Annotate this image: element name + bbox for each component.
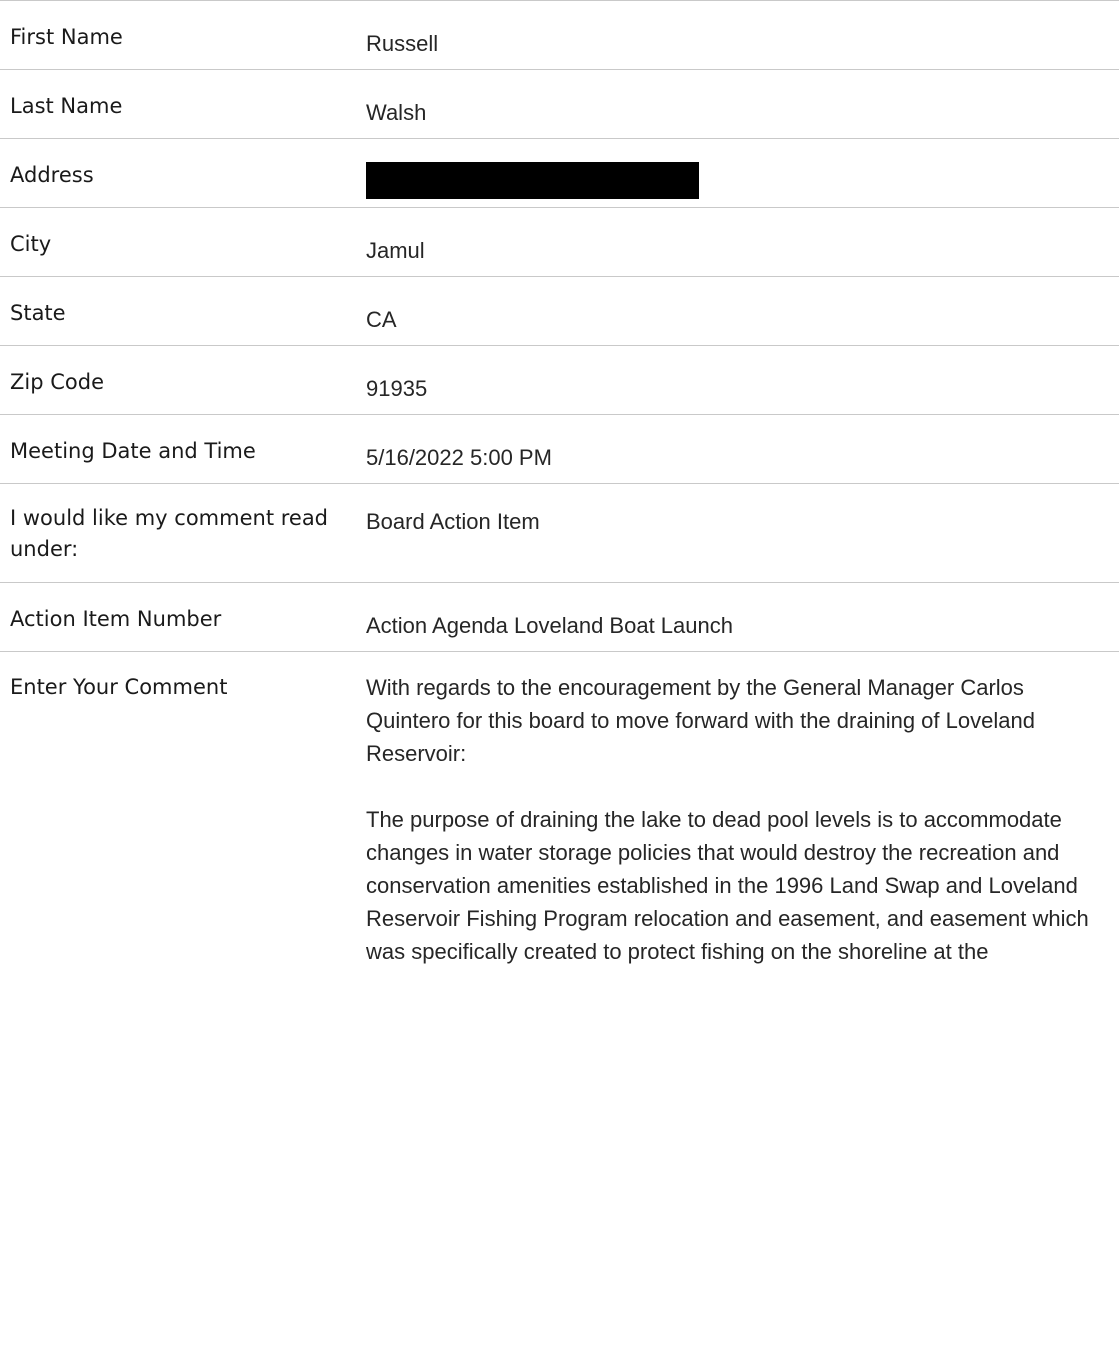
comment-paragraph: With regards to the encouragement by the… [366,675,1035,766]
action-item-number-value: Action Agenda Loveland Boat Launch [366,613,733,638]
comment-paragraph: The purpose of draining the lake to dead… [366,807,1089,964]
first-name-value: Russell [366,31,439,56]
city-value: Jamul [366,238,425,263]
meeting-date-value: 5/16/2022 5:00 PM [366,445,552,470]
row-state: State CA [0,277,1119,346]
row-address: Address [0,139,1119,208]
row-city: City Jamul [0,208,1119,277]
row-meeting-date: Meeting Date and Time 5/16/2022 5:00 PM [0,415,1119,484]
zip-code-label: Zip Code [10,370,104,394]
state-value: CA [366,307,397,332]
address-label: Address [10,163,94,187]
meeting-date-label: Meeting Date and Time [10,439,256,463]
zip-code-value: 91935 [366,376,428,401]
row-zip-code: Zip Code 91935 [0,346,1119,415]
first-name-label: First Name [10,25,123,49]
row-comment: Enter Your Comment With regards to the e… [0,652,1119,1352]
address-value [366,139,1119,207]
comment-text: With regards to the encouragement by the… [366,652,1119,1352]
comment-label: Enter Your Comment [10,675,228,699]
city-label: City [10,232,52,256]
row-first-name: First Name Russell [0,1,1119,70]
comment-read-under-label: I would like my comment read under: [10,506,329,561]
action-item-number-label: Action Item Number [10,607,222,631]
comment-form-table: First Name Russell Last Name Walsh Addre… [0,0,1119,1352]
state-label: State [10,301,66,325]
row-last-name: Last Name Walsh [0,70,1119,139]
address-redaction-block [366,162,699,199]
comment-read-under-value: Board Action Item [366,509,540,534]
last-name-label: Last Name [10,94,123,118]
row-action-item-number: Action Item Number Action Agenda Lovelan… [0,583,1119,652]
row-comment-read-under: I would like my comment read under: Boar… [0,484,1119,583]
last-name-value: Walsh [366,100,427,125]
